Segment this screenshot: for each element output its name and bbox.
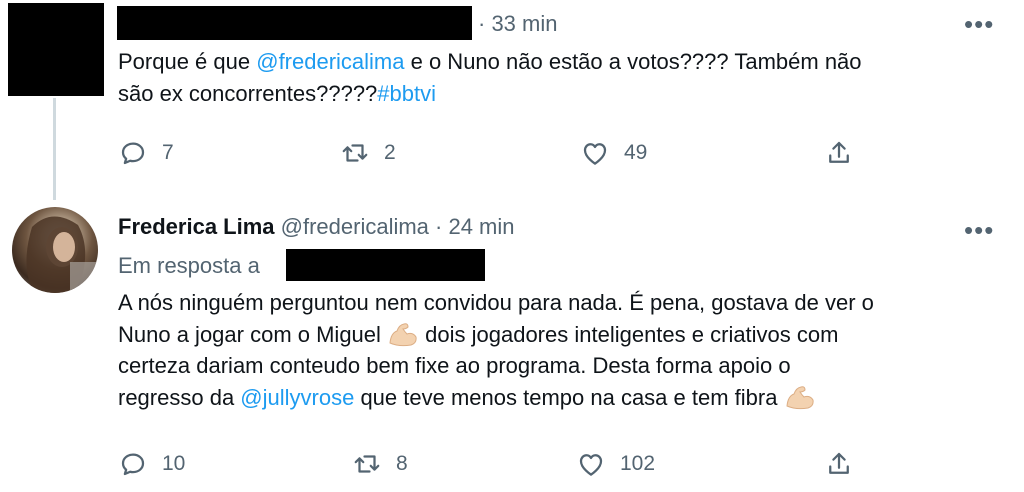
redacted-reply-to-user[interactable] [286,249,485,281]
avatar-photo [26,216,98,293]
tweet2-more-icon[interactable]: ••• [964,217,994,243]
tweet2-line4-start: regresso da [118,384,241,410]
author-handle[interactable]: @fredericalima [281,214,429,239]
tweet1-like-button[interactable]: 49 [580,138,647,168]
like-icon [579,454,603,476]
redacted-user-name[interactable] [117,6,472,40]
tweet2-like-button[interactable]: 102 [576,449,655,479]
tweet1-hashtag-link[interactable]: #bbtvi [377,81,436,106]
tweet1-retweet-button[interactable]: 2 [340,138,396,168]
tweet2-line2-end: dois jogadores inteligentes e criativos … [419,321,839,347]
flexed-biceps-icon [389,322,417,346]
tweet1-actions: 7 2 49 [118,138,858,168]
flexed-biceps-icon [786,385,814,409]
tweet2-share-button[interactable] [824,449,854,479]
tweet1-reply-count: 7 [162,141,174,164]
tweet2-timestamp[interactable]: · 24 min [435,214,514,239]
thread-connector-line [53,98,56,200]
tweet2-text: A nós ninguém perguntou nem convidou par… [118,287,998,413]
tweet2-retweet-count: 8 [396,452,408,475]
redacted-avatar [8,3,104,96]
tweet1-text-start: Porque é que [118,49,257,74]
tweet1-retweet-count: 2 [384,141,396,164]
tweet2-like-count: 102 [620,452,656,475]
tweet2-actions: 10 8 102 [118,449,858,479]
tweet2-header: Frederica Lima @fredericalima · 24 min [118,214,515,240]
retweet-icon [354,455,380,473]
reply-icon [121,142,145,165]
share-icon [829,452,849,474]
like-icon [583,143,607,165]
tweet2-line1: A nós ninguém perguntou nem convidou par… [118,290,874,315]
tweet2-line3: certeza dariam conteudo bem fixe ao prog… [118,353,791,378]
tweet1-mention-link[interactable]: @fredericalima [256,49,404,74]
tweet2-mention-link[interactable]: @jullyvrose [240,385,354,410]
tweet1-text: Porque é que @fredericalima e o Nuno não… [118,46,998,109]
tweet1-text-middle: e o Nuno não estão a votos???? Também nã… [404,49,862,74]
tweet2-reply-count: 10 [162,452,186,475]
tweet2-line4-end: que teve menos tempo na casa e tem fibra [354,384,784,410]
tweet1-like-count: 49 [624,141,648,164]
tweet1-share-button[interactable] [824,138,854,168]
reply-icon [121,453,145,476]
tweet1-reply-button[interactable]: 7 [118,138,174,168]
retweet-icon [342,144,368,162]
reply-to-label: Em resposta a [118,253,260,278]
frederica-lima-avatar[interactable] [12,207,98,293]
author-name[interactable]: Frederica Lima [118,214,275,239]
tweet2-retweet-button[interactable]: 8 [352,449,408,479]
tweet2-reply-button[interactable]: 10 [118,449,185,479]
tweet1-timestamp[interactable]: · 33 min [478,11,557,37]
tweet1-text-line2: são ex concorrentes????? [118,80,378,106]
tweet1-more-icon[interactable]: ••• [964,11,994,37]
share-icon [829,141,849,163]
tweet2-line2-start: Nuno a jogar com o Miguel [118,321,388,347]
